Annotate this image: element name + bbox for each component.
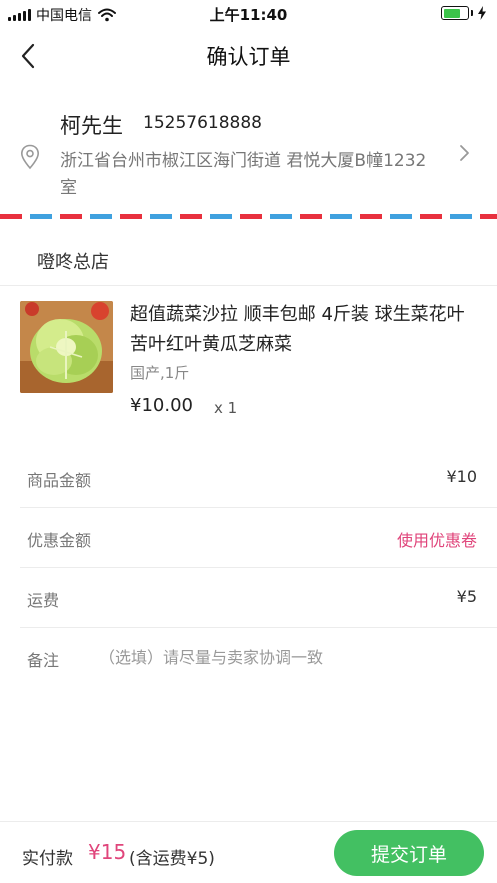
address-envelope-border bbox=[0, 214, 497, 219]
product-title: 超值蔬菜沙拉 顺丰包邮 4斤装 球生菜花叶苦叶红叶黄瓜芝麻菜 bbox=[130, 304, 465, 355]
charging-icon bbox=[478, 6, 486, 20]
chevron-right-icon bbox=[460, 145, 469, 161]
use-coupon-link[interactable]: 使用优惠卷 bbox=[397, 527, 477, 551]
product-quantity: x 1 bbox=[214, 399, 238, 417]
product-spec: 国产,1斤 bbox=[130, 364, 190, 382]
status-time: 上午11:40 bbox=[209, 6, 288, 24]
page-title: 确认订单 bbox=[206, 45, 291, 69]
divider bbox=[0, 285, 497, 286]
remark-input[interactable] bbox=[99, 642, 469, 672]
recipient-phone: 15257618888 bbox=[143, 113, 262, 133]
status-right bbox=[441, 6, 487, 20]
pay-freight-note: (含运费¥5) bbox=[129, 849, 215, 869]
submit-order-button[interactable]: 提交订单 bbox=[334, 830, 484, 876]
battery-icon bbox=[441, 6, 469, 20]
checkout-bar: 实付款 ¥15 (含运费¥5) 提交订单 bbox=[0, 821, 497, 883]
discount-row[interactable]: 优惠金额 使用优惠卷 bbox=[0, 508, 497, 568]
location-pin-icon bbox=[20, 144, 40, 170]
nav-bar: 确认订单 bbox=[0, 28, 497, 84]
product-item[interactable]: 超值蔬菜沙拉 顺丰包邮 4斤装 球生菜花叶苦叶红叶黄瓜芝麻菜 国产,1斤 ¥10… bbox=[0, 300, 497, 430]
goods-amount-label: 商品金额 bbox=[27, 471, 92, 490]
goods-amount-value: ¥10 bbox=[446, 467, 477, 486]
shipping-value: ¥5 bbox=[456, 587, 477, 606]
status-bar: 中国电信 上午11:40 bbox=[0, 0, 497, 28]
goods-amount-row: 商品金额 ¥10 bbox=[0, 448, 497, 508]
address-detail: 浙江省台州市椒江区海门街道 君悦大厦B幢1232室 bbox=[60, 151, 427, 198]
recipient-name: 柯先生 bbox=[60, 114, 123, 138]
remark-label: 备注 bbox=[27, 651, 60, 670]
shop-name: 噔咚总店 bbox=[37, 252, 109, 273]
discount-label: 优惠金额 bbox=[27, 531, 92, 550]
pay-amount: ¥15 bbox=[88, 840, 127, 864]
product-price: ¥10.00 bbox=[130, 395, 193, 416]
shipping-label: 运费 bbox=[27, 591, 60, 610]
pay-label: 实付款 bbox=[22, 849, 73, 869]
shipping-row: 运费 ¥5 bbox=[0, 568, 497, 628]
battery-tip bbox=[471, 10, 473, 16]
remark-row: 备注 bbox=[0, 628, 497, 688]
address-card[interactable]: 柯先生 15257618888 浙江省台州市椒江区海门街道 君悦大厦B幢1232… bbox=[0, 98, 497, 214]
product-image bbox=[20, 301, 113, 393]
